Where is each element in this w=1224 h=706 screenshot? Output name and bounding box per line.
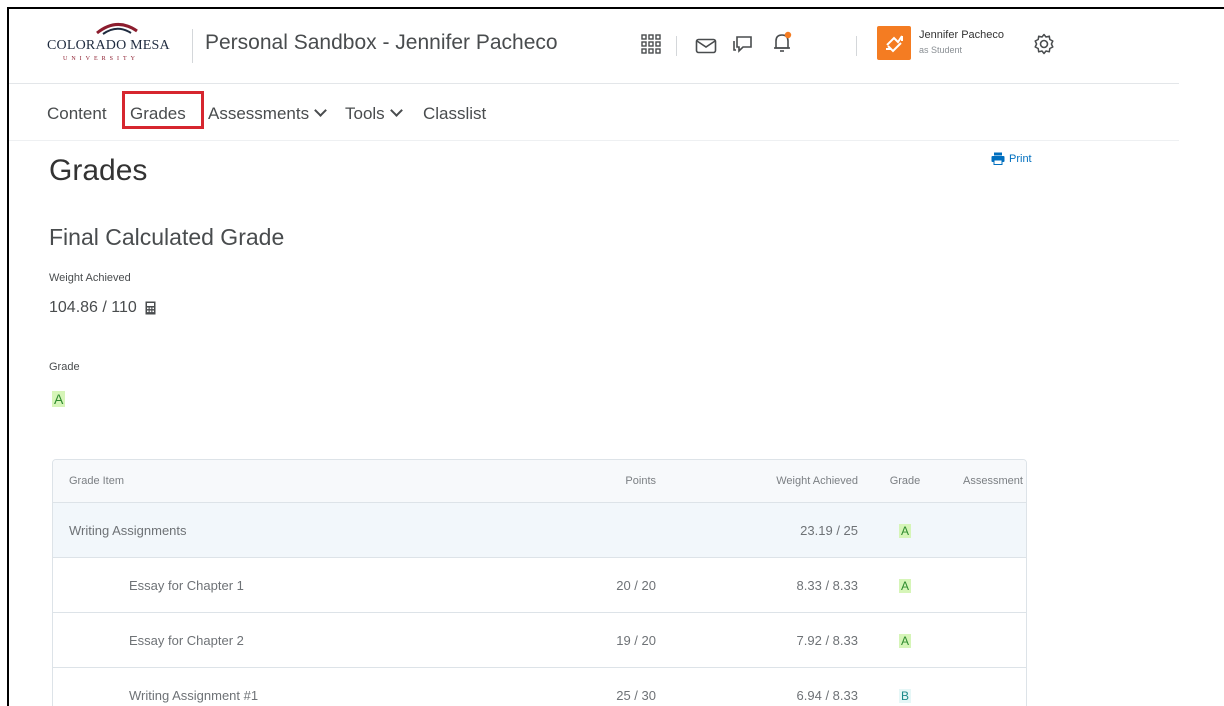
table-row: Writing Assignment #1 25 / 30 6.94 / 8.3… <box>53 668 1026 706</box>
grade-cell: A <box>859 503 951 558</box>
grade-badge: A <box>898 578 911 593</box>
weight-achieved-label: Weight Achieved <box>49 272 131 284</box>
browser-frame: COLORADO MESA UNIVERSITY Personal Sandbo… <box>7 7 1224 706</box>
grade-badge: A <box>898 523 911 538</box>
calculator-icon[interactable] <box>145 301 156 315</box>
points-cell <box>570 503 657 558</box>
points-cell: 20 / 20 <box>570 558 657 613</box>
print-label: Print <box>1009 152 1032 165</box>
nav-item-label: Tools <box>345 104 385 123</box>
divider <box>856 36 857 56</box>
grade-item-name: Essay for Chapter 1 <box>53 558 570 613</box>
table-row: Essay for Chapter 2 19 / 20 7.92 / 8.33 … <box>53 613 1026 668</box>
envelope-icon[interactable] <box>693 33 719 59</box>
printer-icon <box>991 152 1005 165</box>
bell-icon[interactable] <box>769 29 795 55</box>
gear-icon[interactable] <box>1031 31 1057 57</box>
nav-item-label: Assessments <box>208 104 310 123</box>
table-row: Writing Assignments 23.19 / 25 A <box>53 503 1026 558</box>
grades-highlight-box <box>122 91 204 129</box>
column-header-assessment: Assessment <box>951 460 1026 503</box>
grade-badge: A <box>898 633 911 648</box>
logo-subtext: UNIVERSITY <box>63 56 139 62</box>
course-title[interactable]: Personal Sandbox - Jennifer Pacheco <box>205 31 558 55</box>
user-name[interactable]: Jennifer Pacheco <box>919 29 1004 41</box>
final-grade-value: A <box>52 391 66 407</box>
course-navbar: Content Grades Assessments Tools Classli… <box>9 84 1179 141</box>
assessment-cell <box>951 613 1026 668</box>
weight-cell: 8.33 / 8.33 <box>657 558 859 613</box>
divider <box>192 29 193 63</box>
grade-item-name: Writing Assignment #1 <box>53 668 570 706</box>
grade-item-category: Writing Assignments <box>53 503 570 558</box>
nav-item-assessments[interactable]: Assessments <box>208 104 327 124</box>
table-header-row: Grade Item Points Weight Achieved Grade … <box>53 460 1026 503</box>
print-button[interactable]: Print <box>991 152 1032 165</box>
final-grade-heading: Final Calculated Grade <box>49 224 285 250</box>
nav-item-content[interactable]: Content <box>47 104 107 124</box>
points-cell: 25 / 30 <box>570 668 657 706</box>
divider <box>676 36 677 56</box>
chat-icon[interactable] <box>730 31 756 57</box>
column-header-points: Points <box>570 460 657 503</box>
weight-achieved-value: 104.86 / 110 <box>49 299 156 317</box>
nav-item-classlist[interactable]: Classlist <box>423 104 486 124</box>
assessment-cell <box>951 558 1026 613</box>
grade-item-name: Essay for Chapter 2 <box>53 613 570 668</box>
weight-cell: 7.92 / 8.33 <box>657 613 859 668</box>
column-header-grade: Grade <box>859 460 951 503</box>
grade-cell: B <box>859 668 951 706</box>
waffle-grid-icon[interactable] <box>638 31 664 57</box>
grade-badge: B <box>898 688 911 703</box>
table-row: Essay for Chapter 1 20 / 20 8.33 / 8.33 … <box>53 558 1026 613</box>
assessment-cell <box>951 668 1026 706</box>
assessment-cell <box>951 503 1026 558</box>
logo-arc-icon <box>96 23 138 35</box>
grades-table: Grade Item Points Weight Achieved Grade … <box>52 459 1027 706</box>
user-role: as Student <box>919 45 963 55</box>
role-switch-icon[interactable] <box>877 26 911 60</box>
chevron-down-icon <box>389 104 403 117</box>
grade-label: Grade <box>49 361 80 373</box>
university-logo[interactable]: COLORADO MESA UNIVERSITY <box>47 21 187 69</box>
page-title: Grades <box>49 154 148 187</box>
logo-text: COLORADO MESA <box>47 38 170 53</box>
column-header-grade-item: Grade Item <box>53 460 570 503</box>
weight-achieved-text: 104.86 / 110 <box>49 299 137 316</box>
points-cell: 19 / 20 <box>570 613 657 668</box>
grade-cell: A <box>859 613 951 668</box>
grade-cell: A <box>859 558 951 613</box>
chevron-down-icon <box>314 104 327 117</box>
header-bar: COLORADO MESA UNIVERSITY Personal Sandbo… <box>9 9 1179 84</box>
weight-cell: 23.19 / 25 <box>657 503 859 558</box>
column-header-weight-achieved: Weight Achieved <box>657 460 859 503</box>
weight-cell: 6.94 / 8.33 <box>657 668 859 706</box>
nav-item-tools[interactable]: Tools <box>345 104 403 124</box>
